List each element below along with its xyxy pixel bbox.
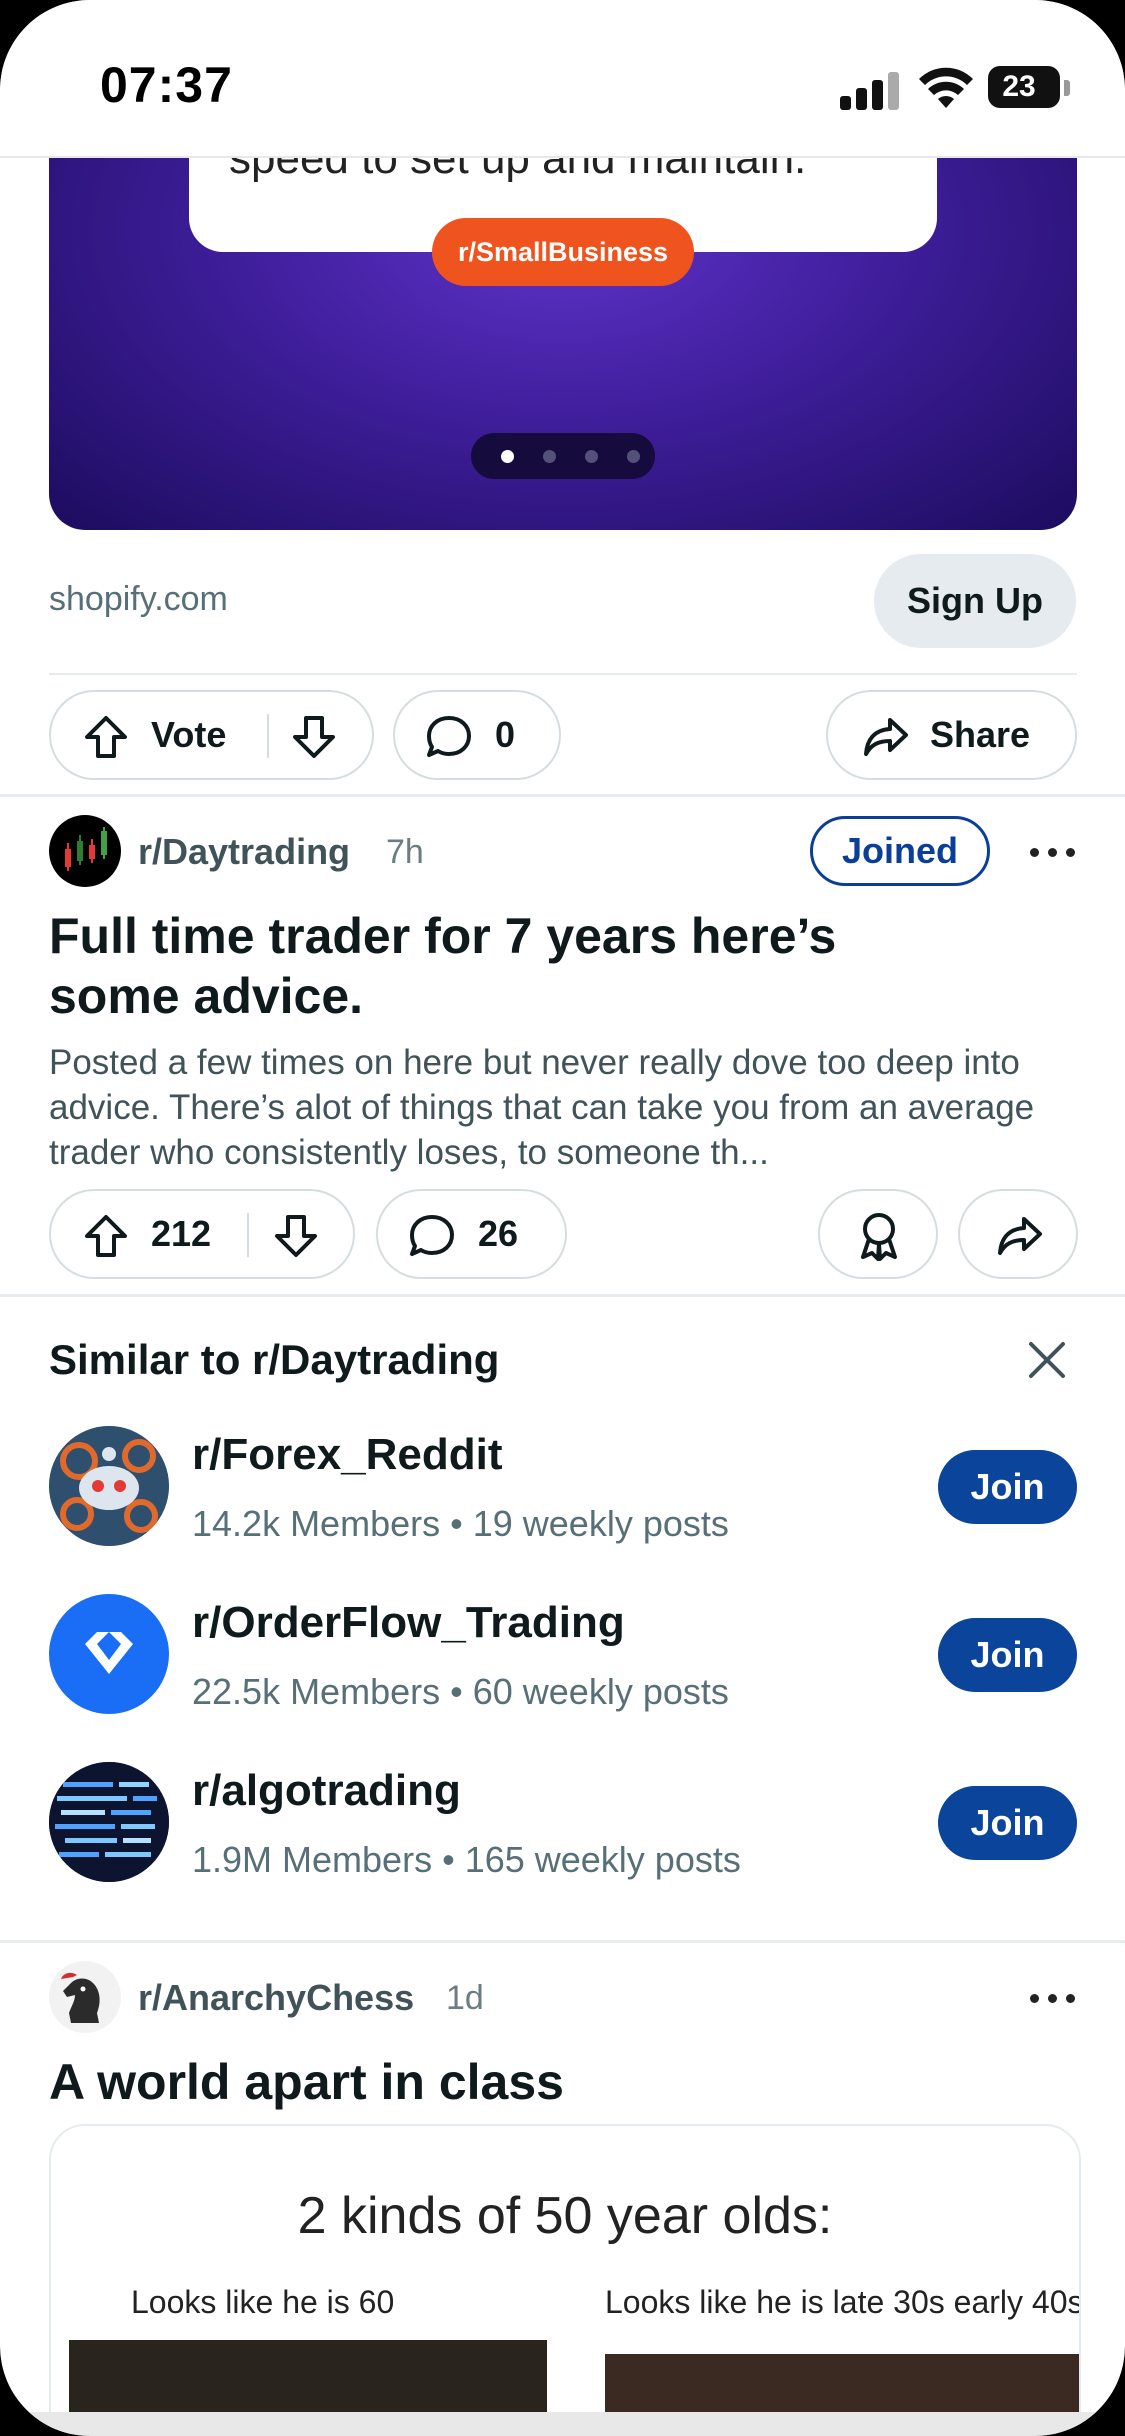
post-age: 7h (386, 833, 424, 871)
chess-knight-icon (49, 1961, 121, 2033)
community-name[interactable]: r/Forex_Reddit (192, 1430, 503, 1480)
carousel-dot (543, 450, 556, 463)
downvote-icon[interactable] (273, 1213, 319, 1259)
vote-separator (247, 1213, 249, 1257)
share-icon (998, 1217, 1042, 1255)
status-time: 07:37 (100, 57, 233, 113)
more-options-icon[interactable] (1028, 1991, 1078, 2005)
comment-count: 26 (478, 1213, 519, 1254)
share-icon (864, 718, 908, 756)
candlestick-logo-icon (65, 827, 107, 871)
battery-level: 23 (1002, 70, 1036, 103)
meta-separator: • (450, 1671, 473, 1712)
vote-pill: Vote (49, 690, 374, 780)
post-title[interactable]: A world apart in class (49, 2052, 564, 2112)
upvote-icon[interactable] (83, 714, 129, 760)
wifi-icon (919, 67, 973, 108)
diamond-logo-icon (85, 1632, 133, 1674)
bottom-sheet-edge (0, 2412, 1125, 2436)
post-image[interactable]: 2 kinds of 50 year olds: Looks like he i… (49, 2124, 1081, 2436)
vote-count: 212 (151, 1213, 212, 1254)
carousel-dot (627, 450, 640, 463)
award-button[interactable] (818, 1189, 938, 1279)
post-subreddit[interactable]: r/AnarchyChess (138, 1977, 414, 2019)
post-body-preview[interactable]: Posted a few times on here but never rea… (49, 1040, 1079, 1174)
post-title-line1[interactable]: Full time trader for 7 years here’s (49, 906, 836, 966)
meta-separator: • (450, 1503, 473, 1544)
app-screen: 07:37 23 speed to set up and maintain. r… (0, 0, 1125, 2436)
carousel-dot (585, 450, 598, 463)
battery-icon: 23 (988, 66, 1060, 108)
community-weekly-posts: 165 weekly posts (464, 1839, 741, 1880)
comments-button[interactable]: 26 (376, 1189, 567, 1279)
upvote-icon[interactable] (83, 1213, 129, 1259)
sign-up-button[interactable]: Sign Up (874, 554, 1076, 648)
feed-divider (0, 1294, 1125, 1297)
community-avatar[interactable] (49, 1762, 169, 1882)
cellular-signal-icon (840, 70, 900, 110)
ad-quote-text: speed to set up and maintain. (229, 156, 807, 183)
comment-icon (410, 1215, 454, 1256)
post-title-line2[interactable]: some advice. (49, 966, 363, 1026)
community-avatar[interactable] (49, 1594, 169, 1714)
carousel-dot (501, 450, 514, 463)
meme-caption-right: Looks like he is late 30s early 40s (605, 2284, 1081, 2320)
vote-pill: 212 (49, 1189, 355, 1279)
award-icon (861, 1213, 897, 1261)
community-members: 22.5k Members (192, 1671, 441, 1712)
joined-button[interactable]: Joined (810, 816, 990, 886)
meme-caption-left: Looks like he is 60 (131, 2284, 395, 2320)
ad-domain[interactable]: shopify.com (49, 580, 228, 619)
share-label: Share (930, 714, 1031, 755)
meme-title: 2 kinds of 50 year olds: (297, 2187, 833, 2245)
feed-divider (0, 794, 1125, 797)
post-age: 1d (446, 1979, 484, 2017)
community-stats: 14.2k Members • 19 weekly posts (192, 1503, 729, 1545)
community-stats: 22.5k Members • 60 weekly posts (192, 1671, 729, 1713)
close-icon[interactable] (1027, 1340, 1067, 1380)
ad-subreddit-pill: r/SmallBusiness (432, 218, 694, 286)
join-button[interactable]: Join (938, 1786, 1077, 1860)
subreddit-avatar[interactable] (49, 815, 121, 887)
community-weekly-posts: 19 weekly posts (472, 1503, 729, 1544)
comment-count: 0 (495, 714, 516, 755)
comments-button[interactable]: 0 (393, 690, 561, 780)
share-button[interactable] (958, 1189, 1078, 1279)
snoo-avatar-icon (49, 1426, 169, 1546)
community-members: 1.9M Members (192, 1839, 433, 1880)
community-avatar[interactable] (49, 1426, 169, 1546)
divider (49, 673, 1077, 675)
code-image-icon (49, 1762, 169, 1882)
post-subreddit[interactable]: r/Daytrading (138, 831, 350, 873)
feed-divider (0, 1940, 1125, 1943)
join-button[interactable]: Join (938, 1618, 1077, 1692)
comment-icon (427, 716, 471, 757)
community-name[interactable]: r/algotrading (192, 1766, 461, 1816)
downvote-icon[interactable] (291, 714, 337, 760)
more-options-icon[interactable] (1028, 845, 1078, 859)
community-members: 14.2k Members (192, 1503, 441, 1544)
community-name[interactable]: r/OrderFlow_Trading (192, 1598, 625, 1648)
status-bar: 07:37 23 (0, 0, 1125, 158)
community-weekly-posts: 60 weekly posts (472, 1671, 729, 1712)
battery-cap (1064, 80, 1070, 96)
vote-label: Vote (151, 714, 227, 755)
ad-image-carousel[interactable]: speed to set up and maintain. r/SmallBus… (49, 156, 1077, 530)
community-stats: 1.9M Members • 165 weekly posts (192, 1839, 741, 1881)
subreddit-avatar[interactable] (49, 1961, 121, 2033)
join-button[interactable]: Join (938, 1450, 1077, 1524)
vote-separator (267, 714, 269, 758)
similar-heading: Similar to r/Daytrading (49, 1336, 500, 1383)
meta-separator: • (442, 1839, 465, 1880)
carousel-indicator[interactable] (471, 433, 655, 479)
share-button[interactable]: Share (826, 690, 1077, 780)
